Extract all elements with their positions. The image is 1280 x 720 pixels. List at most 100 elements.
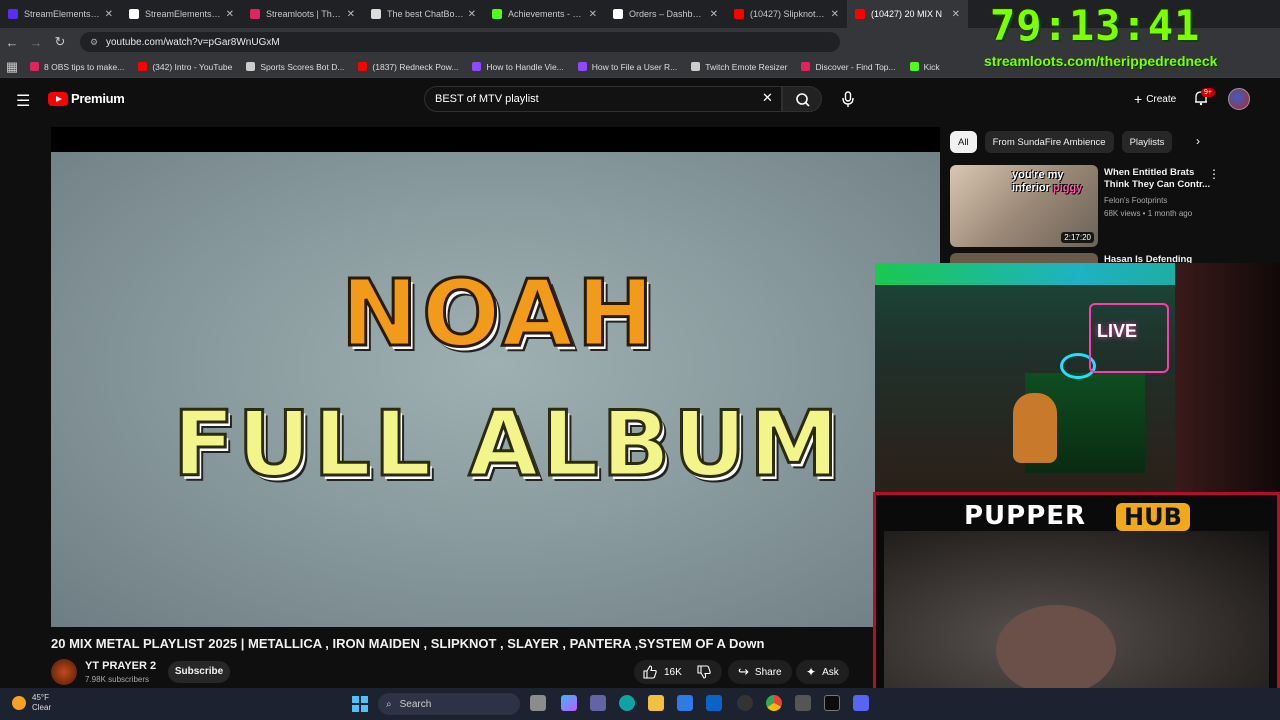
- notification-count-badge: 9+: [1201, 88, 1215, 97]
- close-icon[interactable]: ✕: [831, 9, 839, 20]
- tab-label: (10427) Slipknot - Du: [750, 9, 827, 19]
- tab-label: StreamElements - Ov: [24, 9, 101, 19]
- close-icon[interactable]: ✕: [589, 9, 597, 20]
- browser-tab[interactable]: Streamloots | Theripp ✕: [242, 0, 363, 28]
- chip-all[interactable]: All: [950, 131, 977, 153]
- site-info-icon[interactable]: ⚙: [90, 37, 100, 47]
- bookmark-favicon: [246, 62, 256, 71]
- thumbnail-text-accent: piggy: [1052, 182, 1083, 194]
- thumbs-down-icon[interactable]: [696, 664, 712, 680]
- browser-tab[interactable]: Achievements - Kick ✕: [484, 0, 605, 28]
- bookmark-item[interactable]: Discover - Find Top...: [801, 61, 896, 72]
- copilot-icon[interactable]: [561, 695, 577, 711]
- task-view-icon[interactable]: [530, 695, 546, 711]
- file-explorer-icon[interactable]: [648, 695, 664, 711]
- bookmark-item[interactable]: Kick: [909, 61, 940, 72]
- edge-icon[interactable]: [619, 695, 635, 711]
- clear-search-icon[interactable]: ✕: [762, 90, 773, 106]
- thumbnail-text-line: you're my: [1012, 169, 1064, 181]
- tab-favicon: [8, 9, 18, 19]
- sleeping-figure: [996, 605, 1116, 695]
- browser-tab[interactable]: Orders – Dashboard ✕: [605, 0, 726, 28]
- bookmark-label: Discover - Find Top...: [815, 61, 896, 72]
- weather-widget[interactable]: 45°F Clear: [12, 693, 51, 713]
- taskbar-search[interactable]: ⌕ Search: [378, 693, 520, 715]
- address-field[interactable]: ⚙ youtube.com/watch?v=pGar8WnUGxM: [80, 32, 840, 52]
- bookmark-item[interactable]: (1837) Redneck Pow...: [358, 62, 458, 72]
- bookmark-label: Kick: [923, 61, 940, 72]
- voice-search-button[interactable]: [836, 87, 860, 111]
- browser-tab[interactable]: The best ChatBot and ✕: [363, 0, 484, 28]
- duration-badge: 2:17:20: [1061, 232, 1094, 243]
- bookmark-item[interactable]: Twitch Emote Resizer: [691, 62, 787, 72]
- bookmark-item[interactable]: Sports Scores Bot D...: [246, 62, 344, 72]
- reload-icon[interactable]: ↻: [48, 34, 72, 50]
- account-avatar[interactable]: [1228, 88, 1250, 110]
- bookmark-favicon: [801, 62, 811, 71]
- recommendation-title[interactable]: When Entitled Brats Think They Can Contr…: [1104, 167, 1214, 191]
- chevron-right-icon[interactable]: ›: [1196, 134, 1200, 148]
- bookmark-item[interactable]: How to File a User R...: [577, 62, 677, 72]
- close-icon[interactable]: ✕: [347, 9, 355, 20]
- more-options-icon[interactable]: ⋮: [1208, 167, 1220, 181]
- app-icon[interactable]: [795, 695, 811, 711]
- chip-from-channel[interactable]: From SundaFire Ambience: [984, 131, 1114, 153]
- youtube-logo[interactable]: Premium: [48, 91, 125, 106]
- forward-icon[interactable]: →: [24, 35, 48, 50]
- channel-name[interactable]: YT PRAYER 2: [85, 660, 156, 672]
- close-icon[interactable]: ✕: [952, 9, 960, 20]
- search-button[interactable]: [782, 86, 822, 112]
- ask-button[interactable]: ✦ Ask: [796, 660, 849, 684]
- chrome-icon[interactable]: [766, 695, 782, 711]
- windows-start-icon[interactable]: [352, 696, 368, 712]
- bookmark-item[interactable]: How to Handle Vie...: [472, 62, 564, 72]
- share-button[interactable]: ↪ Share: [728, 660, 792, 684]
- obs-icon[interactable]: [737, 695, 753, 711]
- menu-icon[interactable]: ☰: [16, 91, 30, 111]
- apps-grid-icon[interactable]: ▦: [0, 59, 24, 75]
- recommendation-channel[interactable]: Felon's Footprints: [1104, 196, 1167, 205]
- weather-moon-icon: [12, 696, 26, 710]
- thumbs-up-icon[interactable]: [642, 664, 658, 680]
- browser-tab-active[interactable]: (10427) 20 MIX N ✕: [847, 0, 968, 28]
- thumbnail-overlay-text: you're my inferior piggy: [1012, 169, 1082, 195]
- terminal-icon[interactable]: [824, 695, 840, 711]
- bookmark-item[interactable]: 8 OBS tips to make...: [30, 62, 124, 72]
- bookmark-label: Sports Scores Bot D...: [260, 61, 345, 72]
- subscribe-button[interactable]: Subscribe: [168, 661, 230, 683]
- store-icon[interactable]: [677, 695, 693, 711]
- close-icon[interactable]: ✕: [468, 9, 476, 20]
- recommendation-thumbnail[interactable]: you're my inferior piggy 2:17:20: [950, 165, 1098, 247]
- ask-label: Ask: [822, 666, 839, 678]
- create-button[interactable]: + Create: [1124, 87, 1186, 111]
- video-frame[interactable]: NOAH FULL ALBUM: [51, 152, 940, 627]
- close-icon[interactable]: ✕: [226, 9, 234, 20]
- browser-tab[interactable]: (10427) Slipknot - Du ✕: [726, 0, 847, 28]
- create-label: Create: [1146, 93, 1177, 105]
- tab-favicon: [613, 9, 623, 19]
- discord-icon[interactable]: [853, 695, 869, 711]
- outlook-icon[interactable]: [706, 695, 722, 711]
- teams-icon[interactable]: [590, 695, 606, 711]
- taskbar-search-placeholder: Search: [399, 698, 432, 710]
- recommendation-item[interactable]: you're my inferior piggy 2:17:20 When En…: [950, 165, 1240, 249]
- like-count[interactable]: 16K: [664, 667, 682, 678]
- back-icon[interactable]: ←: [0, 35, 24, 50]
- close-icon[interactable]: ✕: [105, 9, 113, 20]
- screen: StreamElements - Ov ✕ StreamElements - ri…: [0, 0, 1280, 720]
- browser-tab[interactable]: StreamElements - rip ✕: [121, 0, 242, 28]
- webcam-overlay-room: LIVE: [875, 263, 1280, 495]
- youtube-header: ☰ Premium BEST of MTV playlist ✕ + Creat…: [0, 79, 1280, 119]
- overlay-brand-left: PUPPER: [964, 501, 1087, 531]
- search-input[interactable]: BEST of MTV playlist: [424, 86, 782, 112]
- video-player[interactable]: NOAH FULL ALBUM: [51, 127, 940, 627]
- tab-favicon: [492, 9, 502, 19]
- browser-tab[interactable]: StreamElements - Ov ✕: [0, 0, 121, 28]
- close-icon[interactable]: ✕: [710, 9, 718, 20]
- bookmark-item[interactable]: (342) Intro - YouTube: [138, 62, 232, 72]
- tab-label: The best ChatBot and: [387, 9, 464, 19]
- stream-overlay-url: streamloots.com/therippedredneck: [984, 53, 1218, 69]
- bookmark-favicon: [909, 62, 919, 71]
- chip-playlists[interactable]: Playlists: [1121, 131, 1173, 153]
- channel-avatar[interactable]: [51, 659, 77, 685]
